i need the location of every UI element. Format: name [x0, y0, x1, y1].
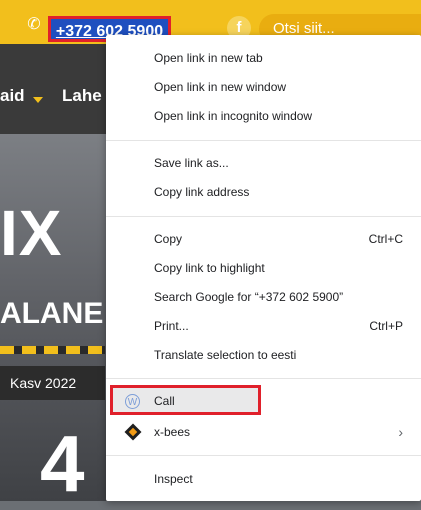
menu-item-label: Inspect: [154, 472, 193, 486]
menu-item-label: Copy link to highlight: [154, 261, 265, 275]
chevron-down-icon: [33, 97, 43, 103]
menu-item-open-incognito[interactable]: Open link in incognito window: [106, 102, 421, 131]
menu-item-label: Open link in incognito window: [154, 109, 313, 123]
chevron-right-icon: ›: [398, 424, 403, 440]
nav-item-1[interactable]: aid: [0, 86, 25, 106]
menu-separator: [106, 216, 421, 217]
menu-item-translate[interactable]: Translate selection to eesti: [106, 341, 421, 370]
menu-item-open-new-window[interactable]: Open link in new window: [106, 73, 421, 102]
menu-item-label: Open link in new window: [154, 80, 287, 94]
menu-item-label: Copy link address: [154, 185, 250, 199]
menu-item-call[interactable]: W Call: [106, 387, 421, 416]
menu-item-label: Translate selection to eesti: [154, 348, 297, 362]
menu-separator: [106, 140, 421, 141]
menu-separator: [106, 455, 421, 456]
menu-item-copy-link-highlight[interactable]: Copy link to highlight: [106, 254, 421, 283]
x-bees-icon: [124, 423, 142, 441]
hero-title: IX: [0, 197, 63, 269]
menu-item-save-link[interactable]: Save link as...: [106, 149, 421, 178]
hero-number: 4: [40, 419, 85, 508]
menu-item-x-bees[interactable]: x-bees ›: [106, 418, 421, 447]
menu-item-open-new-tab[interactable]: Open link in new tab: [106, 44, 421, 73]
hero-subtitle: ALANE: [0, 297, 104, 330]
menu-item-search-google[interactable]: Search Google for “+372 602 5900”: [106, 283, 421, 312]
hazard-stripe: [0, 346, 105, 354]
menu-item-label: Print...: [154, 319, 189, 333]
menu-item-shortcut: Ctrl+P: [369, 319, 403, 333]
call-app-icon: W: [125, 394, 140, 409]
hero-strip: Kasv 2022: [0, 366, 105, 400]
menu-item-shortcut: Ctrl+C: [368, 232, 403, 246]
menu-item-label: Copy: [154, 232, 183, 246]
phone-icon: ✆: [27, 16, 41, 33]
nav-item-2[interactable]: Lahe: [62, 86, 102, 106]
menu-item-label: Search Google for “+372 602 5900”: [154, 290, 344, 304]
menu-item-label: Save link as...: [154, 156, 229, 170]
menu-item-inspect[interactable]: Inspect: [106, 465, 421, 494]
menu-item-print[interactable]: Print... Ctrl+P: [106, 312, 421, 341]
menu-separator: [106, 378, 421, 379]
menu-item-label: Call: [154, 394, 175, 408]
context-menu: Open link in new tab Open link in new wi…: [106, 35, 421, 501]
menu-item-label: x-bees: [154, 425, 191, 439]
menu-item-copy-link-address[interactable]: Copy link address: [106, 178, 421, 207]
menu-item-copy[interactable]: Copy Ctrl+C: [106, 225, 421, 254]
menu-item-label: Open link in new tab: [154, 51, 263, 65]
